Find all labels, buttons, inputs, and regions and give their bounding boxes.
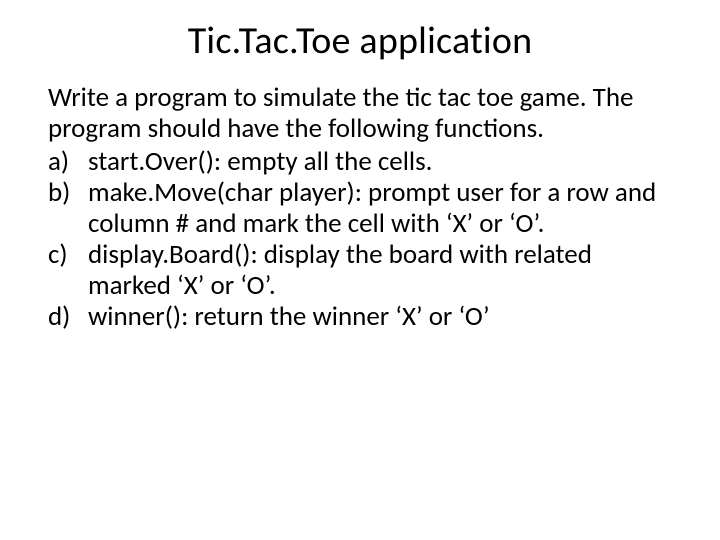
list-marker: a) [48,146,88,177]
list-text: winner(): return the winner ‘X’ or ‘O’ [88,301,672,332]
list-marker: d) [48,301,88,332]
page-title: Tic.Tac.Toe application [48,18,672,64]
list-text: start.Over(): empty all the cells. [88,146,672,177]
intro-paragraph: Write a program to simulate the tic tac … [48,82,672,144]
list-item: c) display.Board(): display the board wi… [48,239,672,301]
function-list: a) start.Over(): empty all the cells. b)… [48,146,672,332]
list-item: a) start.Over(): empty all the cells. [48,146,672,177]
list-text: display.Board(): display the board with … [88,239,672,301]
slide: Tic.Tac.Toe application Write a program … [0,0,720,332]
list-marker: b) [48,177,88,239]
list-text: make.Move(char player): prompt user for … [88,177,672,239]
list-item: b) make.Move(char player): prompt user f… [48,177,672,239]
list-marker: c) [48,239,88,301]
body-text: Write a program to simulate the tic tac … [48,82,672,332]
list-item: d) winner(): return the winner ‘X’ or ‘O… [48,301,672,332]
